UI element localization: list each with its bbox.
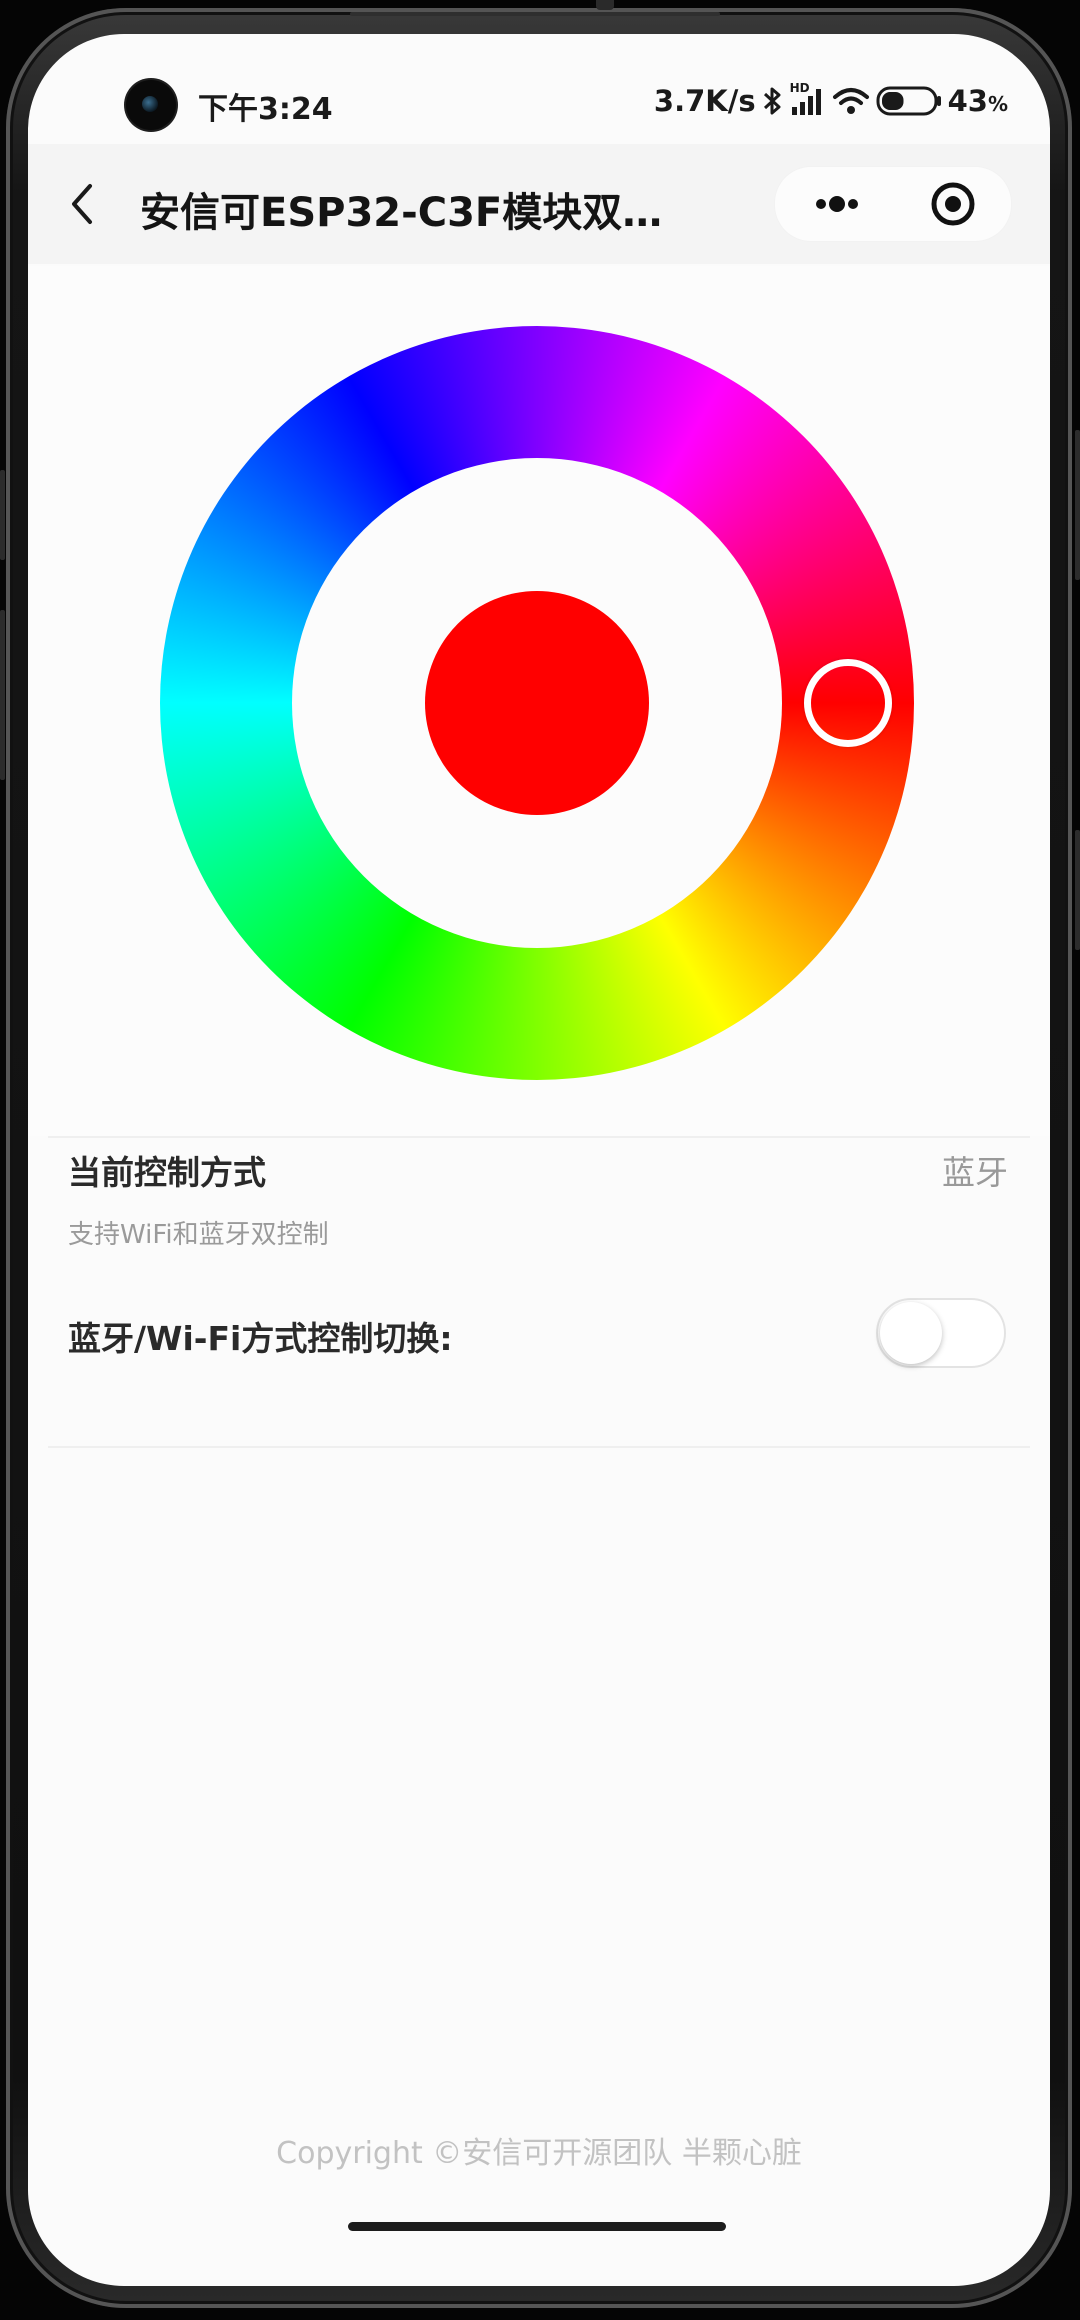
speaker-grille [350, 12, 720, 16]
mode-switch-label: 蓝牙/Wi-Fi方式控制切换: [68, 1319, 453, 1358]
divider [48, 1136, 1030, 1138]
more-button[interactable] [785, 167, 885, 241]
top-sensor [596, 0, 614, 10]
more-icon [816, 196, 858, 212]
volume-button [1075, 430, 1080, 580]
signal-icon: HD [790, 81, 826, 117]
close-miniprogram-icon [931, 182, 975, 226]
status-time: 下午3:24 [198, 92, 333, 127]
power-button [1075, 830, 1080, 950]
hd-label: HD [789, 81, 810, 95]
close-miniprogram-button[interactable] [905, 167, 1001, 241]
phone-device: 下午3:24 3.7K/s HD 43% 安信可ESP32-C3F模块双… 当前… [0, 0, 1080, 2320]
camera-icon [126, 80, 176, 130]
miniprogram-capsule [774, 166, 1012, 242]
wifi-icon [832, 86, 870, 116]
control-mode-description: 支持WiFi和蓝牙双控制 [68, 1220, 329, 1250]
home-indicator[interactable] [348, 2222, 726, 2231]
page-title: 安信可ESP32-C3F模块双… [140, 190, 663, 236]
side-button [0, 470, 5, 560]
mode-switch-knob [880, 1302, 942, 1364]
network-speed: 3.7K/s [653, 84, 756, 118]
back-button[interactable] [58, 174, 108, 234]
divider [48, 1446, 1030, 1448]
nav-bar: 安信可ESP32-C3F模块双… [28, 144, 1050, 264]
battery-icon [876, 85, 942, 117]
battery-percent: 43% [947, 84, 1008, 118]
mode-switch[interactable] [876, 1298, 1006, 1368]
color-picker-card [28, 266, 1050, 1136]
status-indicators: 3.7K/s HD 43% [653, 81, 1008, 118]
status-bar: 下午3:24 3.7K/s HD 43% [28, 34, 1050, 134]
control-mode-value: 蓝牙 [942, 1153, 1008, 1192]
bluetooth-icon [762, 86, 784, 116]
battery-unit: % [987, 92, 1008, 116]
copyright-footer: Copyright ©安信可开源团队 半颗心脏 [276, 2136, 802, 2171]
back-icon [72, 184, 92, 224]
screen: 下午3:24 3.7K/s HD 43% 安信可ESP32-C3F模块双… 当前… [28, 34, 1050, 2286]
side-button [0, 610, 5, 780]
selected-color-preview [425, 591, 649, 815]
color-wheel-handle[interactable] [804, 659, 892, 747]
control-mode-label: 当前控制方式 [68, 1153, 266, 1192]
